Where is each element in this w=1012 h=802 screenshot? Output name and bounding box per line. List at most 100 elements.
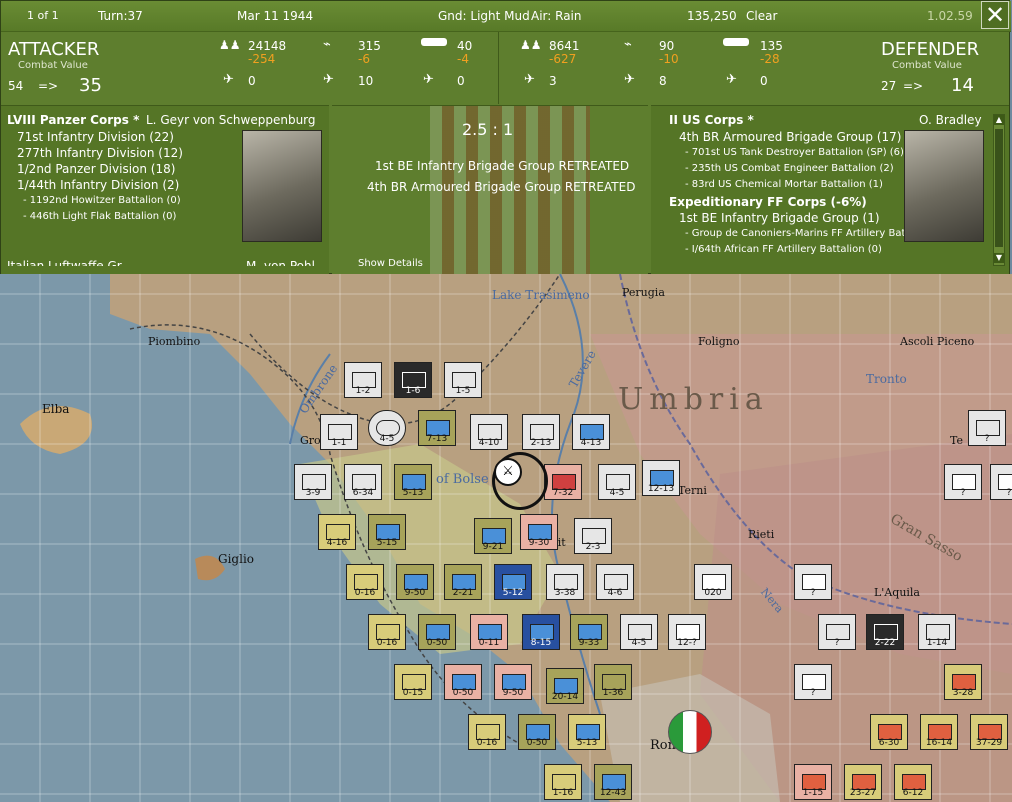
unit-counter[interactable]: 12-? <box>668 614 706 650</box>
unit-counter[interactable]: 0-16 <box>368 614 406 650</box>
unit-counter[interactable]: 0-11 <box>470 614 508 650</box>
defender-subunit-5[interactable]: - I/64th African FF Artillery Battalion … <box>685 242 882 257</box>
unit-counter[interactable]: 5-15 <box>368 514 406 550</box>
defender-corps-2[interactable]: Expeditionary FF Corps (-6%) <box>669 194 867 210</box>
unit-counter[interactable]: 6-34 <box>344 464 382 500</box>
unit-counter[interactable]: 4-13 <box>572 414 610 450</box>
unit-counter[interactable]: 4-16 <box>318 514 356 550</box>
defender-subunit-2[interactable]: - 235th US Combat Engineer Battalion (2) <box>685 161 894 176</box>
attacker-title: ATTACKER <box>8 39 100 60</box>
unit-counter[interactable]: 3-38 <box>546 564 584 600</box>
unit-counter[interactable]: 0-16 <box>468 714 506 750</box>
unit-counter[interactable]: 4-5 <box>620 614 658 650</box>
attacker-subunit-2[interactable]: - 446th Light Flak Battalion (0) <box>23 209 176 224</box>
combat-icon[interactable]: ⚔ <box>494 458 522 486</box>
unit-counter[interactable]: 4-10 <box>470 414 508 450</box>
unit-counter[interactable]: 12-13 <box>642 460 680 496</box>
unit-counter[interactable]: 9-30 <box>520 514 558 550</box>
unit-counter[interactable]: 1-14 <box>918 614 956 650</box>
unit-counter[interactable]: 37-29 <box>970 714 1008 750</box>
unit-counter[interactable]: 6-30 <box>870 714 908 750</box>
unit-counter[interactable]: 1-6 <box>394 362 432 398</box>
unit-counter[interactable]: 9-21 <box>474 518 512 554</box>
unit-counter[interactable]: 3-9 <box>294 464 332 500</box>
unit-counter[interactable]: 8-15 <box>522 614 560 650</box>
unit-counter[interactable]: 1-2 <box>344 362 382 398</box>
commander-portrait <box>242 130 322 242</box>
defender-transports: 0 <box>760 74 768 88</box>
unit-counter[interactable]: 4-5 <box>598 464 636 500</box>
unit-counter[interactable]: 0-16 <box>346 564 384 600</box>
unit-counter[interactable]: 0-50 <box>444 664 482 700</box>
defender-cv-to: 14 <box>951 75 974 96</box>
attacker-unit-cut[interactable]: Italian Luftwaffe Gr... <box>7 258 132 266</box>
defender-tanks: 135 <box>760 39 783 53</box>
unit-counter[interactable]: 4-5 <box>368 410 406 446</box>
attacker-subunit-1[interactable]: - 1192nd Howitzer Battalion (0) <box>23 193 181 208</box>
defender-unit-1[interactable]: 4th BR Armoured Brigade Group (17) <box>679 129 901 145</box>
unit-counter[interactable]: 5-12 <box>494 564 532 600</box>
defender-subunit-3[interactable]: - 83rd US Chemical Mortar Battalion (1) <box>685 177 883 192</box>
unit-counter[interactable]: ? <box>818 614 856 650</box>
attacker-corps[interactable]: LVIII Panzer Corps * <box>7 112 139 128</box>
unit-counter[interactable]: 3-28 <box>944 664 982 700</box>
defender-subunit-1[interactable]: - 701st US Tank Destroyer Battalion (SP)… <box>685 145 904 160</box>
unit-counter[interactable]: 1-15 <box>794 764 832 800</box>
game-map[interactable]: Piombino Elba Giglio Lake Trasimeno Peru… <box>0 274 1012 802</box>
close-icon: ✕ <box>984 1 1006 29</box>
unit-counter[interactable]: 9-50 <box>494 664 532 700</box>
unit-counter[interactable]: 1-36 <box>594 664 632 700</box>
unit-counter[interactable]: 20-14 <box>546 668 584 704</box>
unit-counter[interactable]: 2-3 <box>574 518 612 554</box>
unit-counter[interactable]: 2-22 <box>866 614 904 650</box>
unit-counter[interactable]: 2-21 <box>444 564 482 600</box>
unit-counter[interactable]: 020 <box>694 564 732 600</box>
close-button[interactable]: ✕ <box>981 1 1009 29</box>
defender-oob: II US Corps * O. Bradley 4th BR Armoured… <box>651 105 1009 274</box>
attacker-unit-4[interactable]: 1/44th Infantry Division (2) <box>17 177 179 193</box>
unit-counter[interactable]: 1-16 <box>544 764 582 800</box>
gun-icon: ⌁ <box>624 37 632 52</box>
unit-counter[interactable]: 1-5 <box>444 362 482 398</box>
unit-counter[interactable]: 7-13 <box>418 410 456 446</box>
unit-counter[interactable]: 6-12 <box>894 764 932 800</box>
unit-counter[interactable]: 5-13 <box>394 464 432 500</box>
unit-counter[interactable]: 7-32 <box>544 464 582 500</box>
defender-corps[interactable]: II US Corps * <box>669 112 754 128</box>
unit-counter[interactable]: 9-33 <box>570 614 608 650</box>
unit-counter[interactable]: 4-6 <box>596 564 634 600</box>
defender-unit-2[interactable]: 1st BE Infantry Brigade Group (1) <box>679 210 880 226</box>
show-details-link[interactable]: Show Details <box>358 256 423 271</box>
scrollbar[interactable]: ▲ ▼ <box>993 114 1005 266</box>
attacker-unit-2[interactable]: 277th Infantry Division (12) <box>17 145 183 161</box>
unit-counter[interactable]: 2-13 <box>522 414 560 450</box>
unit-counter[interactable]: 12-43 <box>594 764 632 800</box>
attacker-unit-1[interactable]: 71st Infantry Division (22) <box>17 129 174 145</box>
unit-counter[interactable]: 5-13 <box>568 714 606 750</box>
unit-counter[interactable]: ? <box>968 410 1006 446</box>
unit-counter[interactable]: 9-50 <box>396 564 434 600</box>
scroll-down-icon[interactable]: ▼ <box>994 253 1004 263</box>
unit-counter[interactable]: 0-50 <box>418 614 456 650</box>
result-line-2: 4th BR Armoured Brigade Group RETREATED <box>367 180 636 194</box>
unit-counter[interactable]: 23-27 <box>844 764 882 800</box>
unit-counter[interactable]: ? <box>794 664 832 700</box>
tank-icon <box>421 38 447 46</box>
lake-bolsena: of Bolse <box>436 472 489 487</box>
unit-counter[interactable]: 0-50 <box>518 714 556 750</box>
defender-tanks-loss: -28 <box>760 52 780 66</box>
scroll-up-icon[interactable]: ▲ <box>994 115 1004 125</box>
divider <box>498 32 499 104</box>
unit-counter[interactable]: ? <box>990 464 1012 500</box>
unit-counter[interactable]: 1-1 <box>320 414 358 450</box>
scroll-thumb[interactable] <box>995 129 1003 247</box>
attacker-men-loss: -254 <box>248 52 276 66</box>
tank-icon <box>723 38 749 46</box>
unit-counter[interactable]: 0-15 <box>394 664 432 700</box>
island-giglio: Giglio <box>218 552 255 566</box>
unit-counter[interactable]: 16-14 <box>920 714 958 750</box>
attacker-unit-3[interactable]: 1/2nd Panzer Division (18) <box>17 161 175 177</box>
unit-counter[interactable]: ? <box>794 564 832 600</box>
unit-counter[interactable]: ? <box>944 464 982 500</box>
result-line-1: 1st BE Infantry Brigade Group RETREATED <box>375 159 630 173</box>
